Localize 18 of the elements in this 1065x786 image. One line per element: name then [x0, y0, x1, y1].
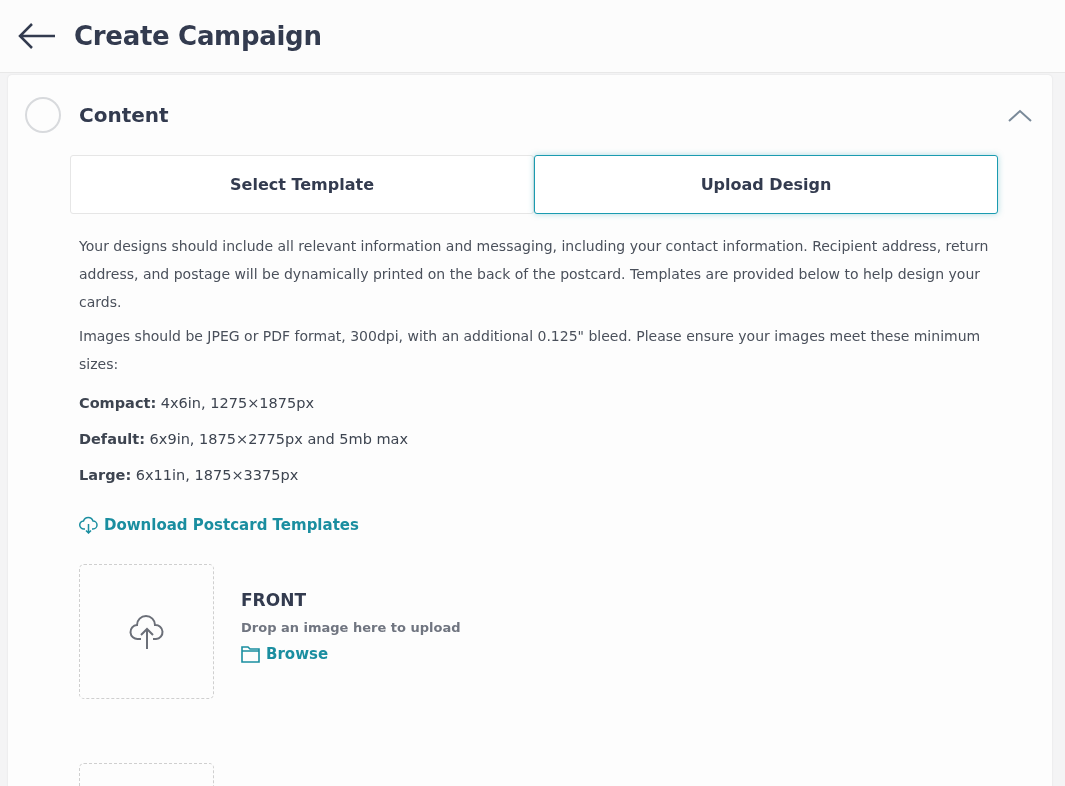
back-arrow-icon[interactable]: [18, 22, 56, 50]
upload-hint: Drop an image here to upload: [241, 620, 461, 635]
instructions-text: Your designs should include all relevant information and messaging, including your contact information. Recipient address, return address, and postage will be dynamically printed on the back of the postcard. Templates are provided below to help design your cards.: [79, 237, 990, 312]
size-spec-text: Compact: 4x6in, 1275×1875px: [79, 394, 316, 413]
tab[interactable]: Select Template: [70, 155, 534, 214]
page-title: Create Campaign: [74, 21, 322, 51]
folder-icon[interactable]: [241, 645, 260, 663]
browse-link[interactable]: Browse: [266, 645, 329, 663]
upload-side-label: FRONT: [241, 590, 307, 610]
chevron-icon[interactable]: [1008, 108, 1032, 122]
cloud-download-icon[interactable]: [79, 516, 98, 534]
section-title: Content: [79, 103, 170, 127]
cloud-upload-icon: [127, 613, 166, 650]
size-spec-text: Large: 6x11in, 1875×3375px: [79, 466, 300, 485]
download-templates-link[interactable]: Download Postcard Templates: [104, 516, 359, 534]
instructions-text: Images should be JPEG or PDF format, 300dpi, with an additional 0.125" bleed. Please ensure your images meet these minimum sizes:: [79, 327, 982, 374]
tab[interactable]: Upload Design: [534, 155, 998, 214]
size-spec-text: Default: 6x9in, 1875×2775px and 5mb max: [79, 430, 410, 449]
